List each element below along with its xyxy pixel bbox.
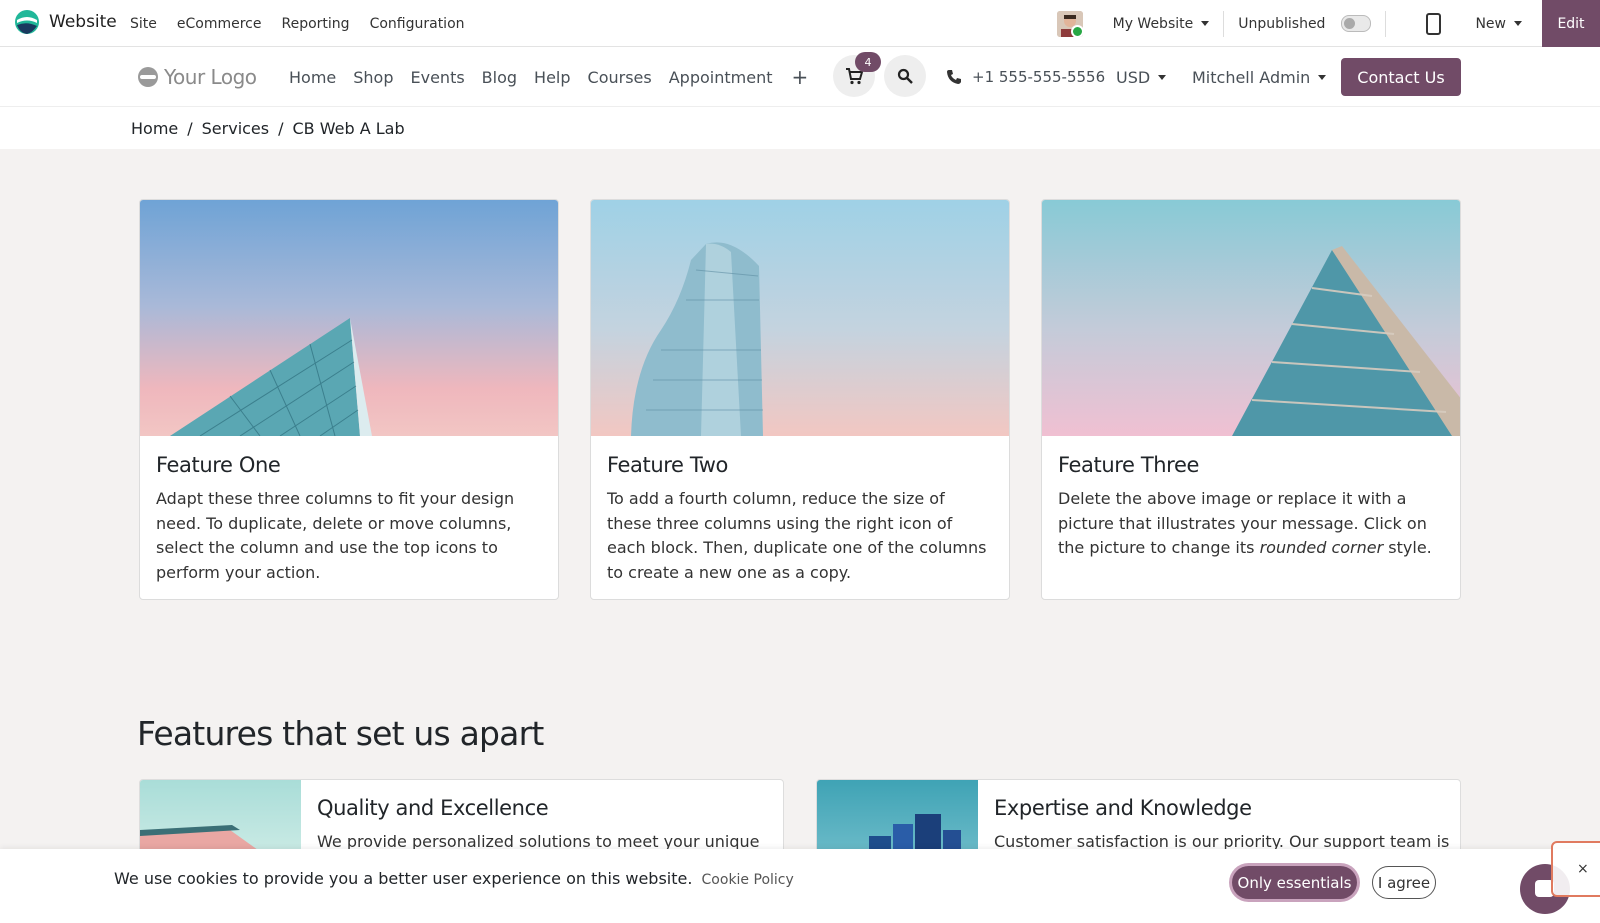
search-icon: [897, 68, 913, 84]
caret-down-icon: [1514, 21, 1522, 26]
site-logo[interactable]: Your Logo: [138, 65, 257, 89]
publish-status-label: Unpublished: [1238, 15, 1326, 32]
currency-selector[interactable]: USD: [1116, 47, 1167, 107]
feature-card[interactable]: Feature One Adapt these three columns to…: [139, 199, 559, 600]
card-image: [1042, 200, 1460, 436]
app-menu: Site eCommerce Reporting Configuration: [130, 0, 465, 47]
phone-number: +1 555-555-5556: [972, 68, 1106, 86]
nav-help[interactable]: Help: [534, 68, 570, 87]
app-brand[interactable]: Website: [14, 9, 117, 35]
section-title: Features that set us apart: [137, 714, 544, 753]
nav-home[interactable]: Home: [289, 68, 336, 87]
cookie-message: We use cookies to provide you a better u…: [114, 869, 794, 888]
phone-icon: [947, 70, 961, 84]
card-text: Delete the above image or replace it wit…: [1058, 487, 1444, 561]
menu-ecommerce[interactable]: eCommerce: [177, 16, 262, 32]
card-text-emphasis: rounded corner: [1259, 538, 1384, 557]
nav-events[interactable]: Events: [411, 68, 465, 87]
feature-card[interactable]: Feature Three Delete the above image or …: [1041, 199, 1461, 600]
website-selector[interactable]: My Website: [1113, 16, 1210, 32]
close-button[interactable]: ×: [1551, 841, 1600, 897]
menu-configuration[interactable]: Configuration: [370, 16, 465, 32]
caret-down-icon: [1201, 21, 1210, 26]
card-text: To add a fourth column, reduce the size …: [607, 489, 987, 582]
caret-down-icon: [1318, 74, 1327, 80]
agree-button[interactable]: I agree: [1372, 866, 1436, 899]
new-label: New: [1475, 15, 1506, 32]
cookie-policy-link[interactable]: Cookie Policy: [702, 872, 794, 888]
cookie-banner: We use cookies to provide you a better u…: [0, 849, 1600, 923]
card-image: [591, 200, 1009, 436]
new-content-button[interactable]: New: [1475, 16, 1522, 32]
logo-mark-icon: [138, 67, 158, 87]
building-illustration: [170, 318, 372, 436]
cart-count-badge: 4: [855, 52, 881, 72]
nav-courses[interactable]: Courses: [588, 68, 652, 87]
breadcrumb-separator: /: [187, 118, 193, 138]
breadcrumb-current: CB Web A Lab: [292, 118, 405, 138]
online-status-dot: [1070, 24, 1083, 37]
breadcrumb: Home / Services / CB Web A Lab: [0, 107, 1600, 149]
card-image: [140, 200, 558, 436]
contact-us-button[interactable]: Contact Us: [1341, 58, 1461, 96]
breadcrumb-services[interactable]: Services: [202, 119, 269, 138]
plus-icon[interactable]: +: [791, 65, 808, 89]
divider: [1223, 10, 1225, 37]
nav-shop[interactable]: Shop: [353, 68, 393, 87]
close-icon: ×: [1577, 861, 1589, 877]
card-text: Adapt these three columns to fit your de…: [156, 489, 515, 582]
user-avatar[interactable]: [1056, 10, 1083, 37]
feature-title: Expertise and Knowledge: [994, 796, 1252, 820]
nav-appointment[interactable]: Appointment: [669, 68, 773, 87]
publish-toggle[interactable]: Unpublished: [1238, 15, 1372, 32]
cart-button[interactable]: 4: [833, 52, 881, 97]
app-title: Website: [49, 12, 117, 32]
site-header: Your Logo Home Shop Events Blog Help Cou…: [0, 47, 1600, 107]
user-name: Mitchell Admin: [1192, 67, 1311, 87]
phone-link[interactable]: +1 555-555-5556: [946, 47, 1105, 107]
nav-blog[interactable]: Blog: [482, 68, 517, 87]
menu-site[interactable]: Site: [130, 16, 157, 32]
card-title: Feature Two: [607, 453, 729, 477]
edit-button[interactable]: Edit: [1542, 0, 1600, 47]
tower-illustration: [631, 242, 763, 436]
menu-reporting[interactable]: Reporting: [282, 16, 350, 32]
website-selector-label: My Website: [1112, 15, 1194, 32]
search-button[interactable]: [884, 55, 926, 97]
only-essentials-button[interactable]: Only essentials: [1232, 866, 1357, 899]
editor-topbar: Website Site eCommerce Reporting Configu…: [0, 0, 1600, 47]
breadcrumb-home[interactable]: Home: [131, 119, 178, 138]
currency-label: USD: [1116, 67, 1151, 87]
publish-switch[interactable]: [1341, 15, 1372, 32]
card-title: Feature Three: [1058, 453, 1199, 477]
cookie-text: We use cookies to provide you a better u…: [114, 869, 693, 888]
feature-title: Quality and Excellence: [317, 796, 549, 820]
skyscraper-illustration: [1232, 246, 1460, 436]
caret-down-icon: [1158, 74, 1167, 80]
divider: [1385, 10, 1387, 37]
website-app-icon: [15, 10, 39, 34]
card-title: Feature One: [156, 453, 281, 477]
card-text-end: style.: [1383, 538, 1432, 557]
mobile-preview-icon[interactable]: [1426, 12, 1442, 35]
site-menu: Home Shop Events Blog Help Courses Appoi…: [289, 47, 808, 107]
breadcrumb-separator: /: [278, 118, 284, 138]
logo-text: Your Logo: [164, 65, 257, 89]
feature-card[interactable]: Feature Two To add a fourth column, redu…: [590, 199, 1010, 600]
editor-actions: My Website Unpublished New Edit: [1056, 0, 1600, 47]
user-menu[interactable]: Mitchell Admin: [1192, 47, 1327, 107]
